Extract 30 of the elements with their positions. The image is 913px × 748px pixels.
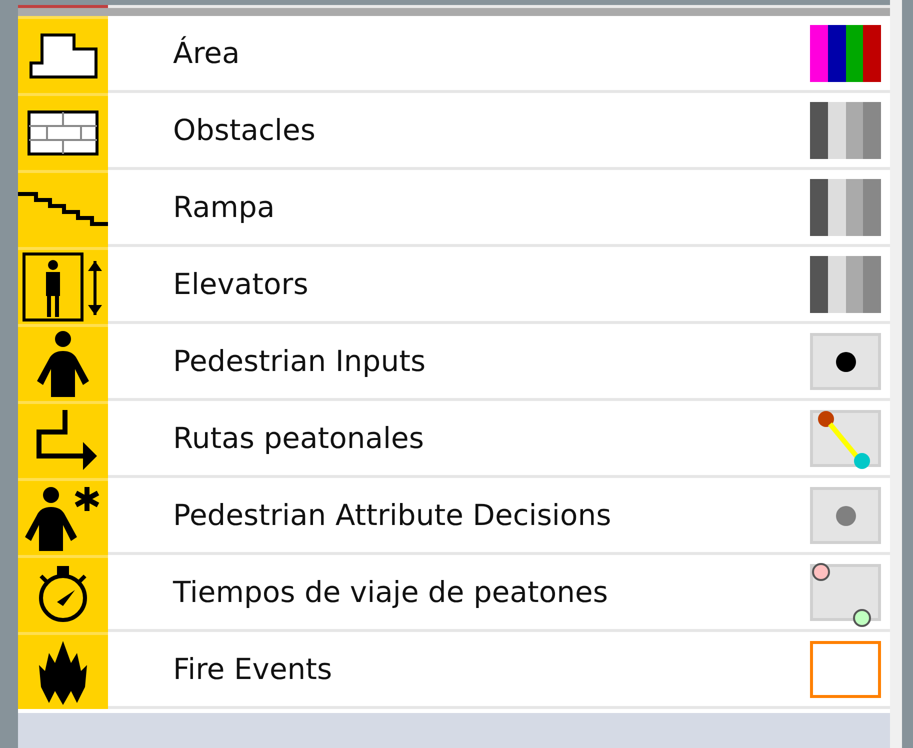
color-swatch[interactable] bbox=[810, 256, 881, 312]
layer-name[interactable]: Pedestrian Inputs bbox=[173, 344, 810, 378]
layer-icon-tile[interactable] bbox=[18, 324, 108, 401]
route-line-icon bbox=[818, 410, 870, 468]
color-swatch[interactable] bbox=[810, 178, 881, 236]
elevator-icon bbox=[21, 251, 105, 323]
layer-icon-tile[interactable] bbox=[18, 16, 108, 93]
layer-icon-tile[interactable] bbox=[18, 632, 108, 709]
layer-name[interactable]: Elevators bbox=[173, 267, 810, 301]
layer-icon-tile[interactable] bbox=[18, 401, 108, 478]
layer-name[interactable]: Tiempos de viaje de peatones bbox=[173, 575, 810, 609]
point-swatch[interactable] bbox=[810, 332, 881, 390]
brick-wall-icon bbox=[27, 110, 99, 156]
person-icon bbox=[35, 329, 91, 399]
outline-swatch[interactable] bbox=[810, 640, 881, 698]
color-swatch[interactable] bbox=[810, 102, 881, 158]
layer-name[interactable]: Rampa bbox=[173, 190, 810, 224]
layer-name[interactable]: Área bbox=[173, 36, 810, 70]
layer-icon-tile[interactable] bbox=[18, 170, 108, 247]
layer-icon-tile[interactable] bbox=[18, 478, 108, 555]
color-swatch[interactable] bbox=[810, 24, 881, 82]
layer-name[interactable]: Fire Events bbox=[173, 652, 810, 686]
layer-name[interactable]: Rutas peatonales bbox=[173, 421, 810, 455]
layer-name[interactable]: Obstacles bbox=[173, 113, 810, 147]
layer-icon-tile[interactable] bbox=[18, 247, 108, 324]
area-icon bbox=[28, 33, 98, 79]
layer-name[interactable]: Pedestrian Attribute Decisions bbox=[173, 498, 810, 532]
layer-icon-tile[interactable] bbox=[18, 93, 108, 170]
point-swatch[interactable] bbox=[810, 486, 881, 544]
layer-icon-tile[interactable] bbox=[18, 555, 108, 632]
